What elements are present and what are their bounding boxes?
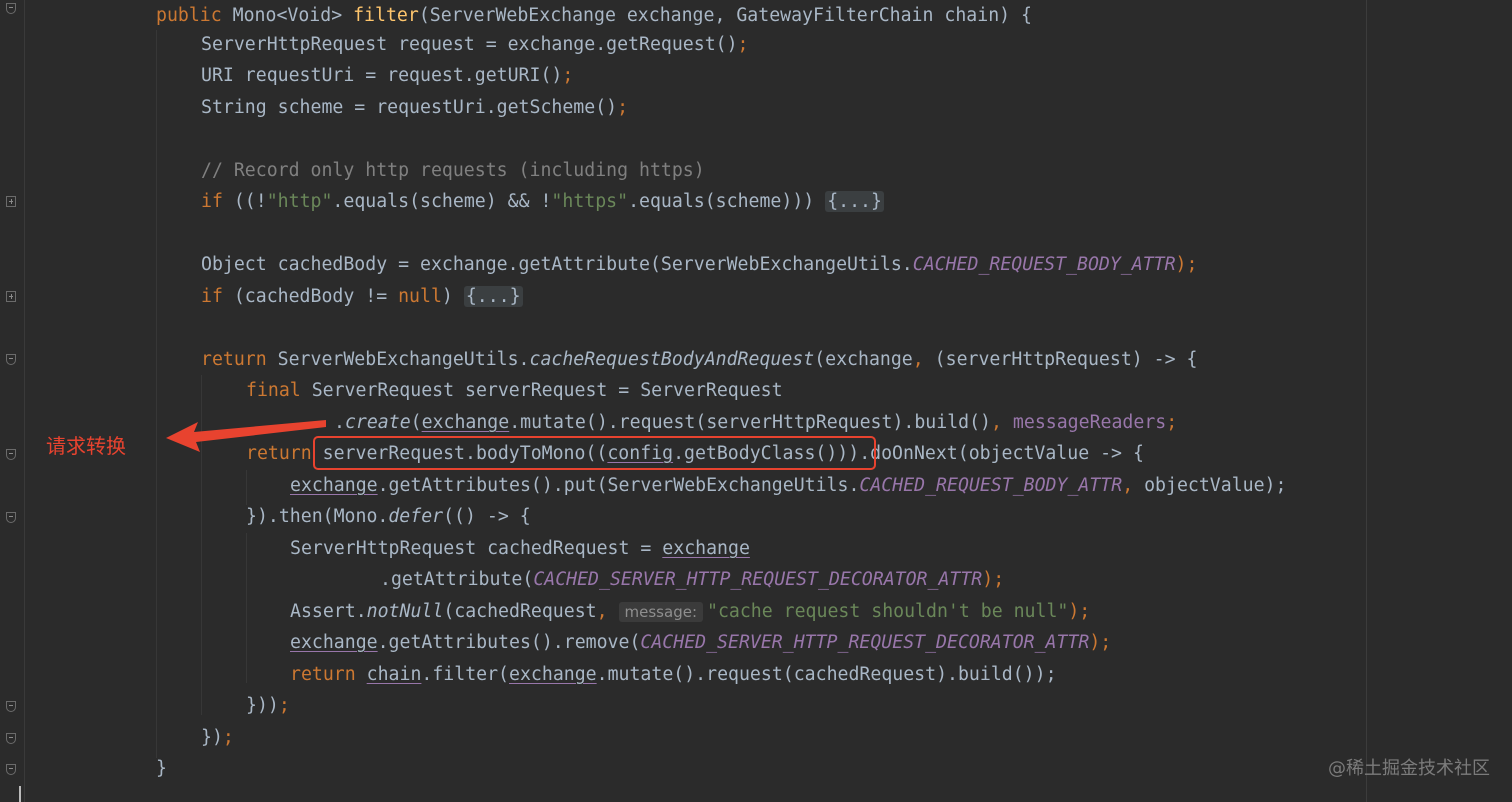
code-line-if-scheme: if ((!"http".equals(scheme) && !"https".… (201, 191, 884, 212)
code-line-return-cache: return ServerWebExchangeUtils.cacheReque… (201, 349, 1198, 370)
annotation-arrow-icon (166, 420, 326, 452)
annotation-label: 请求转换 (46, 434, 126, 458)
code-line-4: String scheme = requestUri.getScheme(); (201, 97, 629, 118)
code-line-comment: // Record only http requests (including … (201, 160, 705, 181)
code-line-assert: Assert.notNull(cachedRequest, message: "c… (290, 601, 1091, 622)
parameter-hint: message: (618, 602, 703, 622)
watermark: @稀土掘金技术社区 (1328, 758, 1490, 779)
code-line-put-attr: exchange.getAttributes().put(ServerWebEx… (290, 475, 1287, 496)
folded-block[interactable]: {...} (825, 191, 884, 212)
code-line-close-2: }); (201, 727, 234, 748)
highlight-box (313, 436, 876, 470)
code-line-2: ServerHttpRequest request = exchange.get… (201, 34, 749, 55)
folded-block[interactable]: {...} (463, 286, 523, 307)
code-editor[interactable]: public Mono<Void> filter(ServerWebExchan… (0, 0, 1512, 802)
code-line-close-3: } (156, 758, 167, 779)
code-line-remove: exchange.getAttributes().remove(CACHED_S… (290, 632, 1112, 653)
code-line-cached-request: ServerHttpRequest cachedRequest = exchan… (290, 538, 750, 559)
code-line-get-attr: .getAttribute(CACHED_SERVER_HTTP_REQUEST… (380, 569, 1005, 590)
code-line-then: }).then(Mono.defer(() -> { (246, 506, 531, 527)
code-line-create: .create(exchange.mutate().request(server… (334, 412, 1178, 433)
code-line-close-1: })); (246, 695, 290, 716)
code-line-return-chain: return chain.filter(exchange.mutate().re… (290, 664, 1057, 685)
code-line-final: final ServerRequest serverRequest = Serv… (246, 380, 783, 401)
code-line-cached-body: Object cachedBody = exchange.getAttribut… (201, 254, 1198, 275)
code-line-if-cached: if (cachedBody != null) {...} (201, 286, 523, 307)
code-line-3: URI requestUri = request.getURI(); (201, 65, 574, 86)
code-line-1: public Mono<Void> filter(ServerWebExchan… (156, 5, 1033, 26)
text-cursor (19, 786, 21, 802)
